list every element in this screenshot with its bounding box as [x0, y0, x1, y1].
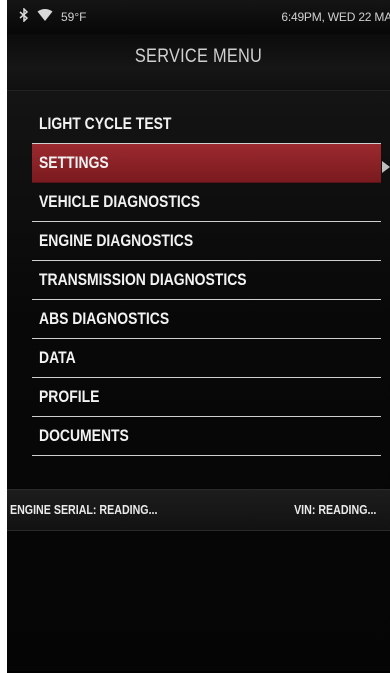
menu-item-engine-diagnostics[interactable]: ENGINE DIAGNOSTICS — [32, 222, 381, 261]
vin-readout: VIN: READING... — [293, 502, 376, 517]
menu-item-label: TRANSMISSION DIAGNOSTICS — [39, 270, 247, 289]
menu-item-label: LIGHT CYCLE TEST — [39, 114, 172, 133]
temperature-readout: 59°F — [61, 9, 87, 24]
menu-item-vehicle-diagnostics[interactable]: VEHICLE DIAGNOSTICS — [32, 183, 381, 222]
status-icons: 59°F — [19, 7, 87, 25]
menu-item-abs-diagnostics[interactable]: ABS DIAGNOSTICS — [32, 300, 381, 339]
page-title: SERVICE MENU — [134, 46, 263, 67]
submenu-arrow-icon — [382, 161, 390, 173]
menu-item-label: DOCUMENTS — [39, 426, 129, 445]
engine-serial-readout: ENGINE SERIAL: READING... — [10, 502, 158, 517]
wifi-icon — [37, 8, 53, 25]
menu-panel: LIGHT CYCLE TEST SETTINGS VEHICLE DIAGNO… — [7, 91, 390, 671]
menu-item-data[interactable]: DATA — [32, 339, 381, 378]
menu-item-profile[interactable]: PROFILE — [32, 378, 381, 417]
menu-item-transmission-diagnostics[interactable]: TRANSMISSION DIAGNOSTICS — [32, 261, 381, 300]
menu-item-light-cycle-test[interactable]: LIGHT CYCLE TEST — [32, 105, 381, 144]
menu-item-label: SETTINGS — [39, 153, 109, 172]
menu-item-label: VEHICLE DIAGNOSTICS — [39, 192, 201, 211]
service-menu-list: LIGHT CYCLE TEST SETTINGS VEHICLE DIAGNO… — [32, 105, 381, 456]
menu-item-documents[interactable]: DOCUMENTS — [32, 417, 381, 456]
clock-readout: 6:49PM, WED 22 MA — [281, 10, 390, 24]
menu-item-label: ABS DIAGNOSTICS — [39, 309, 170, 328]
device-screen: 59°F 6:49PM, WED 22 MA SERVICE MENU LIGH… — [7, 0, 390, 673]
status-bar: 59°F 6:49PM, WED 22 MA — [7, 0, 390, 34]
vehicle-info-bar: ENGINE SERIAL: READING... VIN: READING..… — [7, 489, 390, 531]
menu-item-label: ENGINE DIAGNOSTICS — [39, 231, 194, 250]
bluetooth-icon — [19, 7, 29, 25]
menu-item-settings[interactable]: SETTINGS — [32, 144, 381, 183]
menu-item-label: PROFILE — [39, 387, 100, 406]
menu-item-label: DATA — [39, 348, 76, 367]
header-bar: SERVICE MENU — [7, 34, 390, 91]
